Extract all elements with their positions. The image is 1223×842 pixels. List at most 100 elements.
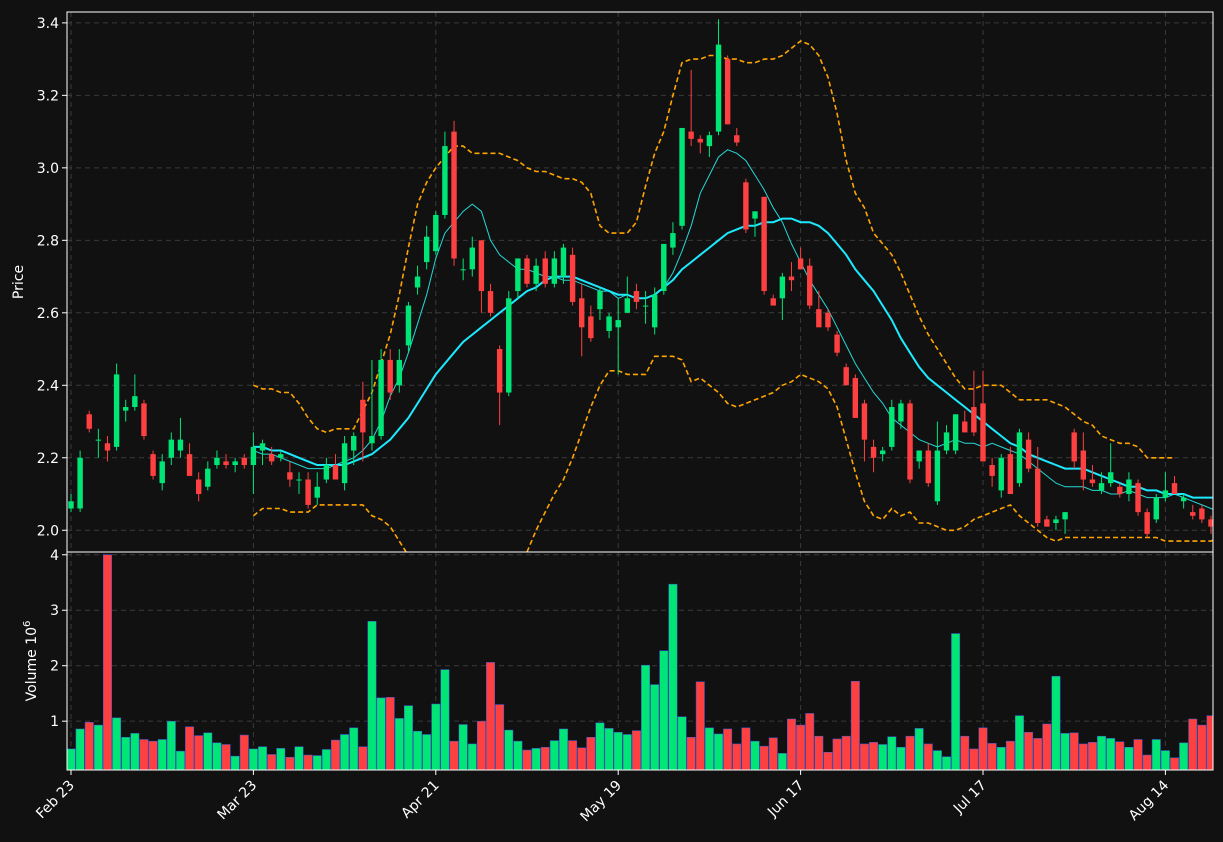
candle-body: [104, 443, 111, 451]
candle-body: [1098, 483, 1105, 491]
volume-bar: [1197, 724, 1207, 770]
volume-bar: [814, 735, 824, 770]
candle-body: [113, 374, 120, 447]
volume-bar: [850, 680, 860, 770]
volume-bar: [1124, 747, 1134, 770]
volume-bar: [869, 742, 879, 770]
volume-bar: [668, 583, 678, 770]
price-tick-label: 2.4: [37, 378, 59, 394]
candle-body: [879, 450, 886, 455]
volume-bar: [422, 734, 432, 770]
volume-bar: [294, 746, 304, 770]
volume-bar: [367, 621, 377, 770]
volume-bar: [1005, 740, 1015, 770]
volume-bar: [832, 738, 842, 770]
candle-body: [642, 305, 649, 307]
candle-body: [478, 240, 485, 292]
volume-bar: [723, 728, 733, 770]
candle-body: [852, 378, 859, 418]
candle-body: [962, 421, 968, 433]
volume-tick-label: 1: [50, 714, 59, 730]
candle-body: [898, 403, 904, 422]
candle-body: [1126, 479, 1132, 495]
candle-body: [141, 403, 147, 437]
candle-body: [287, 472, 293, 480]
volume-bar: [613, 732, 623, 770]
candle-body: [524, 258, 530, 284]
candle-body: [670, 233, 676, 248]
candle-body: [487, 291, 494, 313]
volume-bar: [449, 740, 459, 770]
candle-body: [560, 247, 567, 277]
volume-bar: [121, 737, 131, 770]
candle-body: [697, 138, 703, 143]
volume-axis-label-exponent: 6: [22, 621, 33, 627]
volume-bar: [896, 747, 906, 770]
candle-body: [1025, 439, 1032, 469]
price-tick-label: 3.0: [37, 161, 59, 177]
candle-body: [998, 457, 1004, 491]
candle-body: [551, 258, 558, 284]
volume-bar: [951, 633, 961, 770]
candle-body: [405, 305, 412, 346]
volume-bar: [1087, 742, 1097, 770]
candle-body: [743, 182, 749, 230]
candle-body: [177, 439, 184, 451]
volume-bar: [942, 756, 951, 770]
candle-body: [943, 432, 950, 451]
candle-body: [788, 276, 795, 281]
volume-bar: [139, 739, 149, 770]
price-tick-label: 2.6: [37, 306, 59, 322]
volume-bar: [130, 733, 140, 770]
volume-bar: [185, 726, 195, 770]
volume-bar: [622, 734, 632, 770]
price-tick-label: 3.2: [37, 88, 59, 104]
volume-bar: [321, 749, 331, 770]
volume-bar: [112, 717, 122, 770]
candle-body: [414, 276, 421, 288]
candle-body: [378, 359, 384, 437]
candle-body: [779, 276, 786, 299]
candle-body: [433, 214, 439, 252]
volume-bar: [987, 743, 997, 770]
volume-bar: [595, 722, 605, 770]
volume-bar: [905, 735, 915, 770]
volume-bar: [403, 705, 413, 770]
candle-body: [761, 196, 767, 292]
candle-body: [797, 258, 804, 270]
volume-bar: [714, 733, 723, 770]
volume-bar: [1115, 741, 1125, 770]
volume-bar: [641, 664, 651, 770]
candle-body: [734, 135, 740, 143]
volume-bar: [768, 737, 778, 770]
candle-body: [651, 294, 658, 328]
candle-body: [588, 316, 594, 339]
volume-bar: [230, 755, 240, 770]
volume-bar: [413, 730, 423, 770]
volume-bar: [686, 737, 696, 770]
candle-body: [460, 269, 466, 271]
volume-bar: [1160, 750, 1170, 770]
volume-bar: [1106, 738, 1116, 770]
candle-body: [451, 131, 457, 259]
volume-bar: [1097, 735, 1107, 770]
volume-tick-label: 4: [50, 548, 59, 564]
candle-body: [1089, 479, 1096, 484]
candle-body: [496, 349, 503, 393]
candle-body: [688, 131, 694, 139]
candle-body: [1062, 512, 1068, 520]
candle-body: [889, 407, 895, 447]
chart-background: [0, 0, 1223, 842]
volume-bar: [331, 739, 340, 770]
volume-bar: [1069, 732, 1079, 770]
candle-body: [971, 407, 977, 433]
volume-bar: [504, 729, 514, 770]
volume-bar: [659, 650, 669, 770]
volume-bar: [914, 728, 924, 770]
volume-bar: [166, 720, 176, 770]
stock-chart: 2.02.22.42.62.83.03.23.4 1234 Feb 23 Mar …: [0, 0, 1223, 842]
volume-bar: [267, 754, 277, 770]
volume-bar: [376, 697, 386, 770]
candle-body: [442, 146, 448, 215]
volume-bar: [960, 735, 970, 770]
